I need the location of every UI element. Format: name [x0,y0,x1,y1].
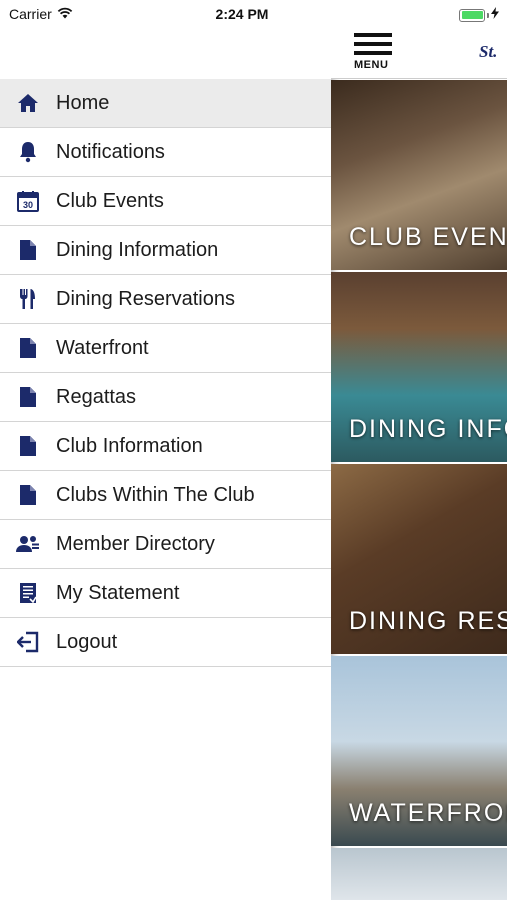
menu-item-club-events[interactable]: 30 Club Events [0,177,331,226]
menu-item-notifications[interactable]: Notifications [0,128,331,177]
menu-item-my-statement[interactable]: My Statement [0,569,331,618]
menu-item-waterfront[interactable]: Waterfront [0,324,331,373]
tile-caption: CLUB EVENTS [349,223,507,251]
menu-item-member-directory[interactable]: Member Directory [0,520,331,569]
status-time: 2:24 PM [215,6,269,22]
menu-item-dining-reservations[interactable]: Dining Reservations [0,275,331,324]
navigation-drawer: Home Notifications 30 Club Events Dining Inf… [0,0,331,900]
menu-button[interactable]: MENU [354,33,394,73]
tile-waterfront[interactable]: WATERFRONT [331,656,507,846]
menu-button-label: MENU [354,59,389,71]
menu-item-clubs-within-the-club[interactable]: Clubs Within The Club [0,471,331,520]
battery-icon [459,8,485,22]
menu-item-label: Member Directory [56,532,215,555]
statement-icon [0,582,56,604]
charging-icon [491,6,499,24]
tile-dining-reservations[interactable]: DINING RESERVATIONS [331,464,507,654]
document-icon [0,484,56,506]
tile-club-events[interactable]: CLUB EVENTS [331,80,507,270]
home-content: MENU St. CLUB EVENTS DINING INFORMATION … [331,0,507,900]
document-icon [0,239,56,261]
menu-item-dining-information[interactable]: Dining Information [0,226,331,275]
menu-item-label: Dining Information [56,238,219,261]
menu-item-club-information[interactable]: Club Information [0,422,331,471]
logout-icon [0,631,56,653]
tile-partial[interactable] [331,848,507,900]
menu-item-label: Logout [56,630,118,653]
hamburger-icon [354,33,392,37]
status-bar: Carrier 2:24 PM [0,0,507,28]
menu-list: Home Notifications 30 Club Events Dining Inf… [0,79,331,667]
menu-item-label: Clubs Within The Club [56,483,255,506]
club-logo: St. [479,42,498,61]
menu-item-label: Home [56,91,110,114]
battery-tip [487,12,489,18]
document-icon [0,386,56,408]
menu-item-home[interactable]: Home [0,79,331,128]
fork-knife-icon [0,288,56,310]
calendar-icon: 30 [0,190,56,212]
people-icon [0,534,56,554]
menu-item-label: Dining Reservations [56,287,235,310]
battery-indicator [459,6,499,24]
home-icon [0,93,56,113]
document-icon [0,435,56,457]
battery-fill [461,11,483,19]
menu-item-label: Club Information [56,434,203,457]
document-icon [0,337,56,359]
tile-dining-information[interactable]: DINING INFORMATION [331,272,507,462]
menu-item-label: Waterfront [56,336,149,359]
menu-item-logout[interactable]: Logout [0,618,331,667]
tile-caption: WATERFRONT [349,799,507,827]
svg-text:30: 30 [23,200,33,210]
bell-icon [0,141,56,163]
menu-item-label: Notifications [56,140,165,163]
menu-item-label: My Statement [56,581,180,604]
tile-caption: DINING RESERVATIONS [349,607,507,635]
menu-item-regattas[interactable]: Regattas [0,373,331,422]
tile-caption: DINING INFORMATION [349,415,507,443]
menu-item-label: Regattas [56,385,137,408]
menu-item-label: Club Events [56,189,164,212]
